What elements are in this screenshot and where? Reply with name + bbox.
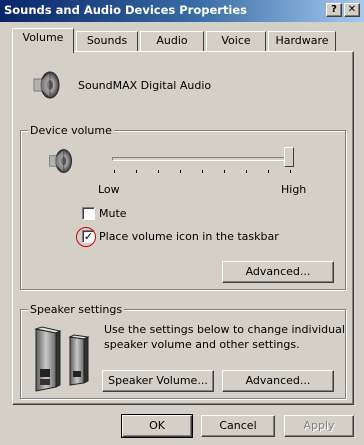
tab-sounds-label: Sounds (86, 34, 128, 47)
title-bar[interactable]: Sounds and Audio Devices Properties ? ✕ (0, 0, 364, 22)
tab-voice-label: Voice (221, 34, 251, 47)
volume-slider-thumb[interactable] (284, 147, 294, 167)
tab-volume[interactable]: Volume (12, 28, 74, 53)
slider-tick (202, 170, 203, 173)
volume-high-label: High (281, 183, 307, 196)
speaker-settings-label: Speaker settings (28, 303, 125, 316)
help-icon: ? (331, 4, 337, 15)
taskbar-icon-label: Place volume icon in the taskbar (99, 230, 279, 243)
device-advanced-label: Advanced... (245, 265, 311, 278)
tab-hardware-label: Hardware (275, 34, 329, 47)
speaker-advanced-button[interactable]: Advanced... (222, 370, 334, 392)
tab-audio-label: Audio (156, 34, 188, 47)
speaker-volume-button[interactable]: Speaker Volume... (102, 370, 214, 392)
slider-tick (158, 170, 159, 173)
tab-voice[interactable]: Voice (206, 31, 266, 51)
speakers-icon (34, 326, 90, 392)
slider-tick (290, 170, 291, 173)
tab-hardware[interactable]: Hardware (268, 31, 336, 51)
mute-label: Mute (99, 207, 127, 220)
window-title: Sounds and Audio Devices Properties (4, 3, 248, 17)
apply-label: Apply (303, 419, 335, 432)
tab-audio[interactable]: Audio (140, 31, 204, 51)
cancel-button[interactable]: Cancel (201, 415, 275, 437)
help-button[interactable]: ? (326, 3, 342, 17)
device-advanced-button[interactable]: Advanced... (222, 261, 334, 283)
slider-tick (180, 170, 181, 173)
volume-low-label: Low (98, 183, 120, 196)
apply-button[interactable]: Apply (284, 415, 354, 437)
mute-checkbox[interactable] (82, 207, 95, 220)
slider-tick (224, 170, 225, 173)
speaker-volume-label: Speaker Volume... (108, 374, 208, 387)
cancel-label: Cancel (219, 419, 257, 432)
ok-button[interactable]: OK (121, 414, 193, 438)
speaker-description-line1: Use the settings below to change individ… (104, 323, 345, 336)
annotation-circle (76, 227, 96, 247)
ok-label: OK (149, 419, 165, 432)
speaker-description-line2: speaker volume and other settings. (104, 338, 300, 351)
volume-slider-track[interactable] (112, 157, 294, 161)
volume-speaker-icon (49, 148, 73, 174)
speaker-advanced-label: Advanced... (245, 374, 311, 387)
speaker-icon (33, 70, 60, 100)
device-volume-label: Device volume (28, 124, 114, 137)
device-name: SoundMAX Digital Audio (78, 79, 212, 92)
tab-volume-label: Volume (22, 31, 64, 44)
close-icon: ✕ (347, 4, 357, 15)
close-button[interactable]: ✕ (344, 3, 360, 17)
slider-tick (136, 170, 137, 173)
slider-tick (268, 170, 269, 173)
tab-sounds[interactable]: Sounds (76, 31, 138, 51)
slider-tick (246, 170, 247, 173)
slider-tick (114, 170, 115, 173)
